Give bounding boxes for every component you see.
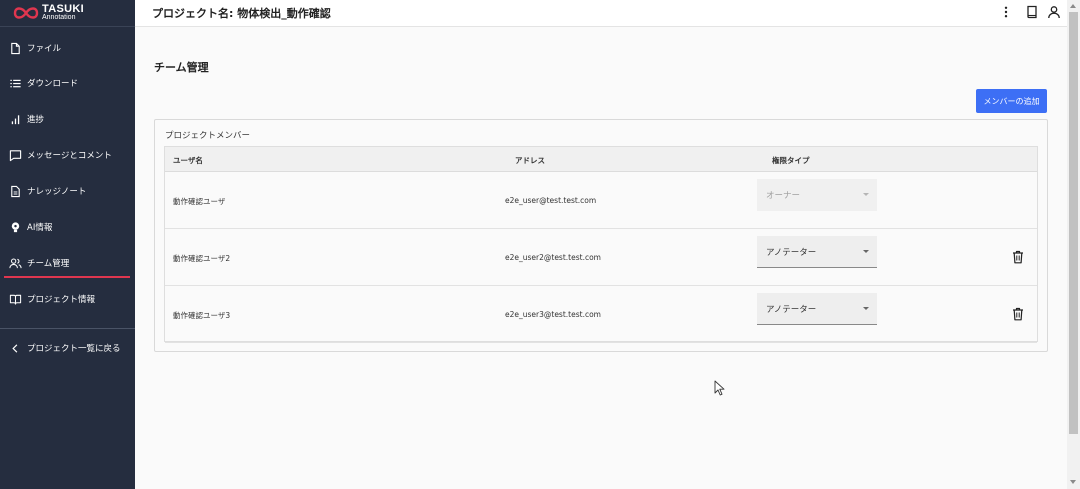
bar-chart-icon <box>9 113 22 126</box>
list-icon <box>9 77 22 90</box>
page-title: チーム管理 <box>154 61 209 74</box>
sidebar-item-label: プロジェクト情報 <box>27 295 96 305</box>
brand-logo[interactable]: TASUKI Annotation <box>0 0 135 27</box>
user-icon <box>1048 6 1060 19</box>
book-icon <box>9 293 22 306</box>
member-email: e2e_user@test.test.com <box>505 196 597 205</box>
back-to-projects-link[interactable]: プロジェクト一覧に戻る <box>0 333 135 363</box>
manual-button[interactable] <box>1025 5 1039 19</box>
add-member-button[interactable]: メンバーの追加 <box>976 89 1047 113</box>
column-header-user: ユーザ名 <box>173 156 203 165</box>
sidebar-item-label: ファイル <box>27 44 62 54</box>
role-select-value: アノテーター <box>766 305 817 315</box>
document-icon <box>9 185 22 198</box>
sidebar-item-ai-info[interactable]: AI情報 <box>0 212 135 242</box>
table-row: 動作確認ユーザ e2e_user@test.test.com オーナー <box>165 172 1037 229</box>
sidebar-item-files[interactable]: ファイル <box>0 33 135 63</box>
trash-icon <box>1013 307 1023 321</box>
delete-member-button[interactable] <box>1012 249 1024 264</box>
table-row: 動作確認ユーザ3 e2e_user3@test.test.com アノテーター <box>165 286 1037 343</box>
dropdown-arrow-icon <box>863 193 869 196</box>
member-email: e2e_user3@test.test.com <box>505 310 601 319</box>
brand-name: TASUKI <box>42 2 84 15</box>
table-header: ユーザ名 アドレス 権限タイプ <box>165 147 1037 172</box>
brand-subtitle: Annotation <box>42 13 76 21</box>
member-name: 動作確認ユーザ <box>173 197 226 206</box>
role-select-value: アノテーター <box>766 248 817 258</box>
scroll-thumb[interactable] <box>1069 12 1078 434</box>
project-members-card: プロジェクトメンバー ユーザ名 アドレス 権限タイプ 動作確認ユーザ e2e_u… <box>154 119 1048 352</box>
sidebar-item-knowledge[interactable]: ナレッジノート <box>0 176 135 206</box>
sidebar-item-download[interactable]: ダウンロード <box>0 68 135 98</box>
table-row: 動作確認ユーザ2 e2e_user2@test.test.com アノテーター <box>165 229 1037 286</box>
tasuki-logo-icon <box>13 7 39 19</box>
trash-icon <box>1013 250 1023 264</box>
role-select[interactable]: アノテーター <box>757 293 877 325</box>
chevron-left-icon <box>9 342 22 355</box>
column-header-address: アドレス <box>515 156 545 165</box>
sidebar-item-team[interactable]: チーム管理 <box>0 248 135 278</box>
mouse-cursor-icon <box>714 380 725 396</box>
more-menu-button[interactable] <box>999 5 1013 19</box>
sidebar-item-messages[interactable]: メッセージとコメント <box>0 140 135 170</box>
dropdown-arrow-icon <box>863 307 869 310</box>
dropdown-arrow-icon <box>863 250 869 253</box>
sidebar-item-label: AI情報 <box>27 223 53 233</box>
member-email: e2e_user2@test.test.com <box>505 253 601 262</box>
book-icon <box>1027 5 1037 19</box>
people-icon <box>9 257 22 270</box>
back-to-projects-label: プロジェクト一覧に戻る <box>27 344 121 354</box>
member-name: 動作確認ユーザ3 <box>173 311 231 320</box>
sidebar-item-label: メッセージとコメント <box>27 151 112 161</box>
card-title: プロジェクトメンバー <box>165 131 251 141</box>
project-title: プロジェクト名: 物体検出_動作確認 <box>152 7 331 20</box>
sidebar-divider <box>0 328 135 329</box>
role-select: オーナー <box>757 179 877 211</box>
sidebar-item-label: ダウンロード <box>27 79 79 89</box>
sidebar-item-label: 進捗 <box>27 115 45 125</box>
column-header-role: 権限タイプ <box>772 156 810 165</box>
sidebar-item-label: ナレッジノート <box>27 187 87 197</box>
delete-member-button[interactable] <box>1012 306 1024 321</box>
role-select-value: オーナー <box>766 191 801 201</box>
account-button[interactable] <box>1047 5 1061 19</box>
file-icon <box>9 42 22 55</box>
member-name: 動作確認ユーザ2 <box>173 254 231 263</box>
sidebar: TASUKI Annotation ファイル ダウンロード 進捗 メッセージとコ… <box>0 0 135 489</box>
sidebar-item-progress[interactable]: 進捗 <box>0 104 135 134</box>
scroll-down-icon[interactable] <box>1070 480 1076 484</box>
more-vert-icon <box>1004 6 1008 18</box>
sidebar-item-label: チーム管理 <box>27 259 70 269</box>
role-select[interactable]: アノテーター <box>757 236 877 268</box>
active-indicator <box>4 276 130 278</box>
scroll-up-icon[interactable] <box>1070 4 1076 8</box>
members-table: ユーザ名 アドレス 権限タイプ 動作確認ユーザ e2e_user@test.te… <box>164 146 1038 343</box>
top-bar: プロジェクト名: 物体検出_動作確認 <box>135 0 1067 27</box>
page-scrollbar[interactable] <box>1067 0 1080 489</box>
bulb-icon <box>9 221 22 234</box>
chat-icon <box>9 149 22 162</box>
sidebar-item-project-info[interactable]: プロジェクト情報 <box>0 284 135 314</box>
